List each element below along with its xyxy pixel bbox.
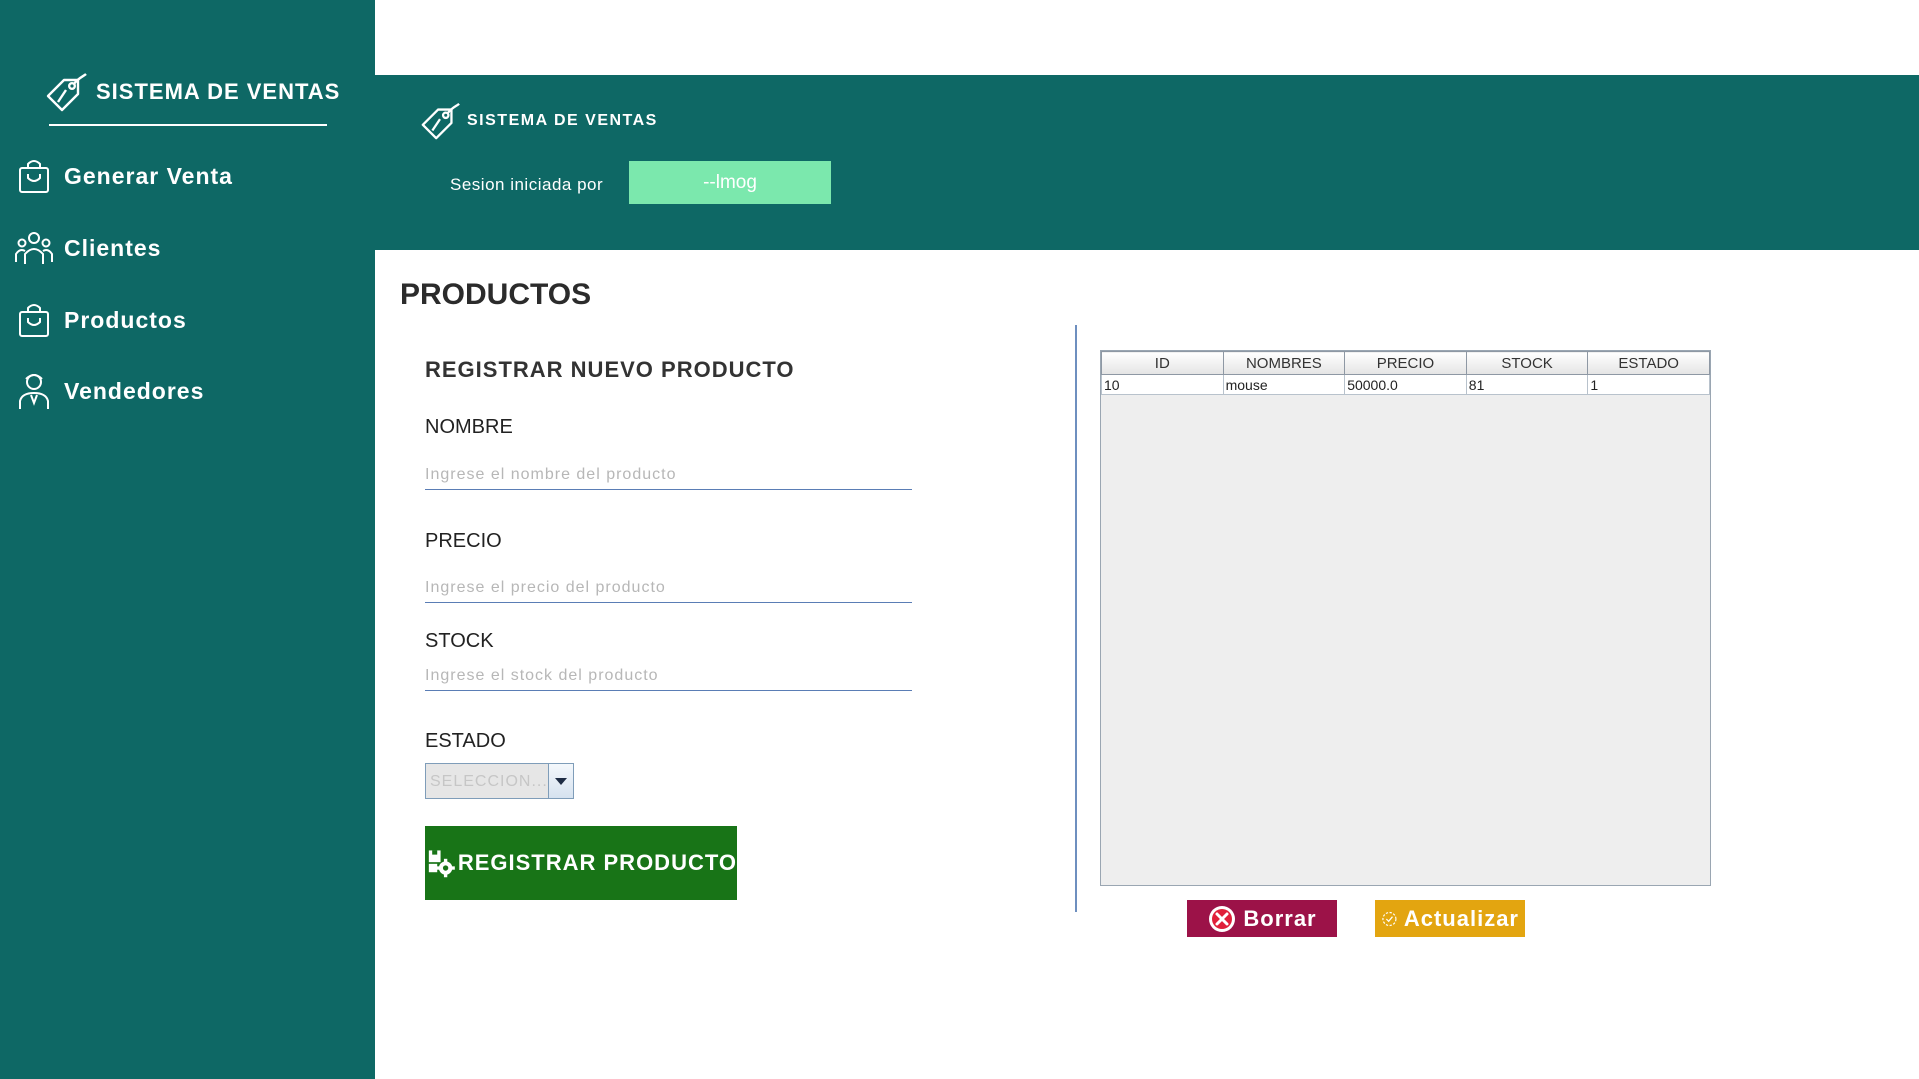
check-circle-icon <box>1382 911 1397 926</box>
estado-label: ESTADO <box>425 730 506 752</box>
sidebar-brand: SISTEMA DE VENTAS <box>44 72 340 112</box>
chevron-down-icon[interactable] <box>548 764 573 798</box>
table-cell-nombre[interactable]: mouse <box>1222 374 1346 395</box>
price-tag-icon <box>46 73 87 112</box>
column-header[interactable]: PRECIO <box>1344 351 1467 375</box>
close-circle-icon <box>1209 905 1236 932</box>
precio-label: PRECIO <box>425 530 502 552</box>
table-cell-id[interactable]: 10 <box>1101 374 1224 395</box>
sidebar-item-clientes[interactable]: Clientes <box>14 228 161 268</box>
header-brand: SISTEMA DE VENTAS <box>419 101 658 141</box>
update-button[interactable]: Actualizar <box>1375 900 1525 937</box>
table-cell-precio[interactable]: 50000.0 <box>1344 374 1467 395</box>
form-title: REGISTRAR NUEVO PRODUCTO <box>425 357 795 382</box>
sidebar-item-productos[interactable]: Productos <box>14 300 187 340</box>
stock-input[interactable] <box>425 662 912 691</box>
delete-button-label: Borrar <box>1243 905 1317 931</box>
sidebar-item-label: Generar Venta <box>64 162 233 189</box>
register-product-button[interactable]: REGISTRAR PRODUCTO <box>425 826 737 900</box>
sidebar-brand-title: SISTEMA DE VENTAS <box>96 79 341 104</box>
products-table[interactable]: ID NOMBRES PRECIO STOCK ESTADO 10 mouse … <box>1100 350 1711 886</box>
shopping-bag-icon <box>19 160 49 193</box>
session-label: Sesion iniciada por <box>450 175 604 194</box>
sidebar-item-vendedores[interactable]: Vendedores <box>14 371 204 411</box>
sidebar-item-generar-venta[interactable]: Generar Venta <box>14 156 233 196</box>
seller-icon <box>19 374 49 409</box>
session-user-field[interactable]: --lmog <box>629 161 831 204</box>
sidebar: SISTEMA DE VENTAS Generar Venta Clientes <box>0 0 375 1079</box>
brand-underline <box>49 124 327 126</box>
table-cell-stock[interactable]: 81 <box>1465 374 1589 395</box>
update-button-label: Actualizar <box>1403 905 1519 931</box>
nombre-label: NOMBRE <box>425 416 513 438</box>
shopping-bag-icon <box>19 304 49 337</box>
price-tag-icon <box>421 102 460 140</box>
delete-button[interactable]: Borrar <box>1187 900 1337 937</box>
column-header[interactable]: STOCK <box>1465 351 1589 375</box>
vertical-divider <box>1075 325 1077 912</box>
products-table-grid: ID NOMBRES PRECIO STOCK ESTADO 10 mouse … <box>1101 351 1710 395</box>
sidebar-item-label: Productos <box>64 306 187 333</box>
column-header[interactable]: ESTADO <box>1587 351 1710 375</box>
stock-label: STOCK <box>425 630 494 652</box>
column-header[interactable]: ID <box>1101 351 1224 375</box>
page-title: PRODUCTOS <box>400 278 592 311</box>
product-settings-icon <box>428 850 455 878</box>
precio-input[interactable] <box>425 574 912 603</box>
column-header[interactable]: NOMBRES <box>1222 351 1346 375</box>
header-band: SISTEMA DE VENTAS Sesion iniciada por --… <box>375 75 1919 250</box>
sidebar-item-label: Vendedores <box>64 377 205 404</box>
group-icon <box>15 232 53 264</box>
table-header-row: ID NOMBRES PRECIO STOCK ESTADO <box>1101 351 1710 375</box>
table-row[interactable]: 10 mouse 50000.0 81 1 <box>1101 374 1710 395</box>
header-brand-title: SISTEMA DE VENTAS <box>467 112 658 129</box>
table-cell-estado[interactable]: 1 <box>1587 374 1710 395</box>
register-product-label: REGISTRAR PRODUCTO <box>457 850 737 875</box>
estado-select[interactable]: SELECCION... <box>425 763 574 799</box>
nombre-input[interactable] <box>425 461 912 490</box>
sidebar-item-label: Clientes <box>64 234 162 261</box>
estado-select-value: SELECCION... <box>430 773 548 790</box>
